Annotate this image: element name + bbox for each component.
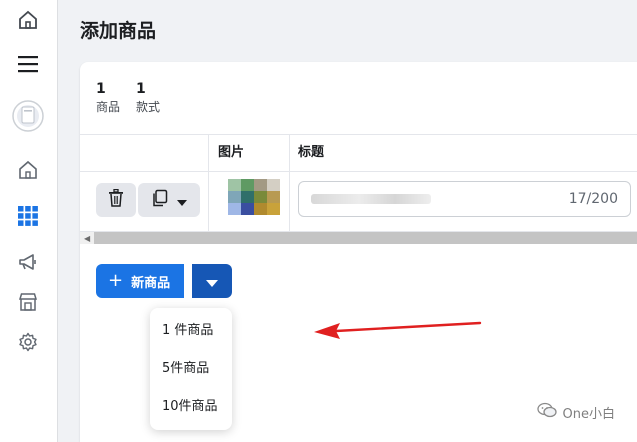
table-header: 图片 标题 [80,134,637,172]
column-header-image: 图片 [218,145,245,160]
column-divider [208,135,209,171]
column-divider [289,171,290,231]
menu-item-5-products[interactable]: 5件商品 [150,350,232,388]
home-outline-icon[interactable] [16,158,40,182]
redacted-title-text [311,194,431,204]
trash-icon [108,188,124,211]
stat-variants: 1 款式 [136,80,160,116]
scroll-left-arrow-icon[interactable]: ◀ [84,234,90,243]
product-image-thumbnail[interactable] [228,179,280,215]
new-product-dropdown-toggle[interactable] [192,264,232,298]
stat-label: 款式 [136,100,161,114]
chevron-down-icon [177,191,187,210]
wechat-icon [536,402,557,422]
product-card: 1 商品 1 款式 图片 标题 17/200 ◀ + 新商品 1 件商品 5件商… [80,62,637,442]
duplicate-dropdown-button[interactable] [138,183,200,217]
char-counter: 17/200 [568,191,618,207]
delete-button[interactable] [96,183,136,217]
column-header-title: 标题 [298,145,325,160]
left-nav-rail [0,0,58,442]
grid-icon[interactable] [16,204,40,228]
watermark: One小白 [536,402,615,422]
store-icon[interactable] [16,290,40,314]
page-title: 添加商品 [80,20,157,42]
summary-stats: 1 商品 1 款式 [96,80,160,116]
stat-value: 1 [136,81,146,97]
new-product-label: 新商品 [131,275,171,291]
title-field[interactable]: 17/200 [298,181,631,217]
stat-value: 1 [96,81,106,97]
chevron-down-icon [206,272,218,291]
menu-item-10-products[interactable]: 10件商品 [150,388,232,426]
table-row: 17/200 [80,171,637,232]
new-product-dropdown-menu: 1 件商品 5件商品 10件商品 [150,308,232,430]
avatar[interactable] [12,100,44,132]
megaphone-icon[interactable] [16,250,40,274]
column-divider [208,171,209,231]
home-icon[interactable] [16,8,40,32]
horizontal-scrollbar[interactable]: ◀ [80,232,637,244]
watermark-text: One小白 [562,406,615,422]
copy-icon [151,189,169,211]
stat-label: 商品 [96,100,121,114]
plus-icon: + [108,270,124,291]
menu-item-1-product[interactable]: 1 件商品 [150,312,232,350]
new-product-button[interactable]: + 新商品 [96,264,185,298]
menu-icon[interactable] [16,52,40,76]
gear-icon[interactable] [16,330,40,354]
stat-products: 1 商品 [96,80,120,116]
annotation-arrow [314,321,482,339]
